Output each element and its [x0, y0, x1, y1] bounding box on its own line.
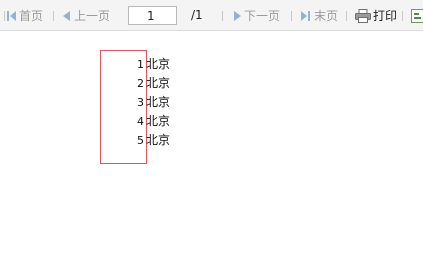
- row-city: 北京: [146, 76, 171, 90]
- page-number-input[interactable]: [128, 6, 177, 25]
- toolbar-separator: [4, 11, 5, 21]
- print-icon: [355, 8, 371, 23]
- row-number: 4: [137, 115, 144, 128]
- row-city: 北京: [146, 133, 171, 147]
- row-number: 2: [137, 77, 144, 90]
- print-button[interactable]: 打印: [355, 0, 397, 31]
- row-city: 北京: [146, 57, 171, 71]
- export-icon: [411, 8, 423, 23]
- prev-page-label: 上一页: [74, 9, 111, 23]
- toolbar-separator: [291, 11, 292, 21]
- toolbar-separator: [402, 11, 403, 21]
- toolbar-separator: [222, 11, 223, 21]
- toolbar-separator: [53, 11, 54, 21]
- next-page-label: 下一页: [244, 9, 281, 23]
- row-number: 5: [137, 134, 144, 147]
- row-city: 北京: [146, 114, 171, 128]
- prev-page-button[interactable]: 上一页: [62, 0, 110, 31]
- next-page-icon: [234, 10, 241, 21]
- page-total: /1: [191, 8, 203, 22]
- first-page-icon: [7, 10, 16, 21]
- prev-page-icon: [63, 10, 70, 21]
- row-city: 北京: [146, 95, 171, 109]
- next-page-button[interactable]: 下一页: [232, 0, 280, 31]
- row-number: 1: [137, 58, 144, 71]
- last-page-button[interactable]: 末页: [300, 0, 338, 31]
- last-page-label: 末页: [314, 9, 339, 23]
- row-number: 3: [137, 96, 144, 109]
- first-page-label: 首页: [19, 9, 44, 23]
- print-label: 打印: [373, 9, 398, 23]
- report-toolbar: 首页 上一页 /1 下一页 末页 打印: [0, 0, 423, 31]
- export-button[interactable]: [411, 0, 423, 31]
- toolbar-separator: [346, 11, 347, 21]
- last-page-icon: [301, 10, 310, 21]
- first-page-button[interactable]: 首页: [7, 0, 43, 31]
